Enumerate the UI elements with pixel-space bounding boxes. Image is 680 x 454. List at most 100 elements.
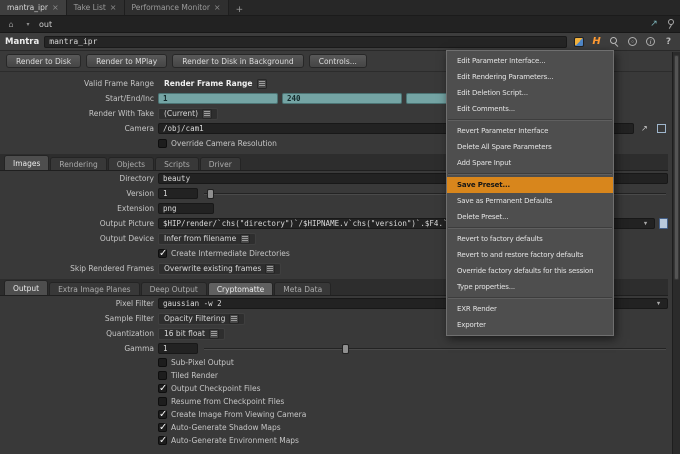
close-icon[interactable] — [214, 4, 221, 12]
dropdown-value: Overwrite existing frames — [164, 264, 261, 273]
sample-filter-dropdown[interactable]: Opacity Filtering — [158, 313, 245, 325]
pane-tabbar: mantra_ipr Take List Performance Monitor — [0, 0, 680, 16]
gamma-field[interactable]: 1 — [158, 343, 198, 354]
dropdown-value: Render Frame Range — [164, 79, 253, 88]
menu-arrows-icon — [209, 329, 219, 339]
render-to-mplay-button[interactable]: Render to MPlay — [86, 54, 167, 68]
menu-item-exr-render[interactable]: EXR Render — [447, 301, 613, 317]
slider-handle[interactable] — [207, 189, 214, 199]
tab-cryptomatte[interactable]: Cryptomatte — [208, 282, 273, 295]
param-row-create-image-from-viewing-camera: ✓ Create Image From Viewing Camera — [0, 408, 668, 421]
chevron-down-icon[interactable] — [654, 301, 663, 307]
menu-item-edit-parameter-interface[interactable]: Edit Parameter Interface... — [447, 53, 613, 69]
menu-separator — [448, 227, 612, 229]
menu-separator — [448, 173, 612, 175]
menu-item-override-factory-defaults-session[interactable]: Override factory defaults for this sessi… — [447, 263, 613, 279]
quantization-dropdown[interactable]: 16 bit float — [158, 328, 225, 340]
menu-item-type-properties[interactable]: Type properties... — [447, 279, 613, 295]
tab-scripts[interactable]: Scripts — [155, 157, 199, 170]
auto-generate-environment-maps-checkbox[interactable]: ✓ — [158, 436, 167, 445]
scrollbar-thumb[interactable] — [674, 55, 679, 280]
param-label: Render With Take — [4, 109, 154, 118]
path-menu-icon[interactable] — [22, 18, 34, 30]
menu-item-revert-to-factory-defaults[interactable]: Revert to factory defaults — [447, 231, 613, 247]
create-intermediate-directories-checkbox[interactable]: ✓ — [158, 249, 167, 258]
param-label: Skip Rendered Frames — [4, 264, 154, 273]
new-pane-tab-button[interactable] — [229, 5, 251, 15]
history-icon[interactable] — [628, 37, 637, 46]
version-field[interactable]: 1 — [158, 188, 198, 199]
menu-item-delete-preset[interactable]: Delete Preset... — [447, 209, 613, 225]
menu-item-revert-parameter-interface[interactable]: Revert Parameter Interface — [447, 123, 613, 139]
slider-track — [204, 348, 666, 350]
tab-extra-image-planes[interactable]: Extra Image Planes — [49, 282, 140, 295]
render-to-disk-button[interactable]: Render to Disk — [6, 54, 81, 68]
checkbox-label: Create Image From Viewing Camera — [171, 410, 306, 419]
param-label: Extension — [4, 204, 154, 213]
chevron-down-icon[interactable] — [641, 221, 650, 227]
gamma-slider[interactable] — [202, 343, 668, 355]
extension-field[interactable]: png — [158, 203, 214, 214]
auto-generate-shadow-maps-checkbox[interactable]: ✓ — [158, 423, 167, 432]
param-row-tiled-render: Tiled Render — [0, 369, 668, 382]
menu-item-edit-rendering-parameters[interactable]: Edit Rendering Parameters... — [447, 69, 613, 85]
slider-handle[interactable] — [342, 344, 349, 354]
tab-output[interactable]: Output — [4, 280, 48, 295]
pane-tab-performance-monitor[interactable]: Performance Monitor — [125, 0, 229, 15]
valid-frame-range-dropdown[interactable]: Render Frame Range — [158, 78, 273, 90]
jump-arrow-icon[interactable] — [648, 18, 660, 30]
select-operator-icon[interactable] — [638, 122, 651, 135]
menu-item-delete-all-spare-parameters[interactable]: Delete All Spare Parameters — [447, 139, 613, 155]
tab-driver[interactable]: Driver — [200, 157, 241, 170]
frame-end-field[interactable]: 240 — [282, 93, 402, 104]
render-to-disk-background-button[interactable]: Render to Disk in Background — [172, 54, 303, 68]
menu-arrows-icon — [240, 234, 250, 244]
tiled-render-checkbox[interactable] — [158, 371, 167, 380]
output-checkpoint-files-checkbox[interactable]: ✓ — [158, 384, 167, 393]
override-camera-resolution-checkbox[interactable] — [158, 139, 167, 148]
node-name-input[interactable]: mantra_ipr — [44, 36, 567, 48]
param-label: Gamma — [4, 344, 154, 353]
render-with-take-dropdown[interactable]: (Current) — [158, 108, 218, 120]
menu-item-save-preset[interactable]: Save Preset... — [447, 177, 613, 193]
close-icon[interactable] — [52, 4, 59, 12]
tab-objects[interactable]: Objects — [108, 157, 154, 170]
help-icon[interactable] — [662, 35, 675, 48]
sub-pixel-output-checkbox[interactable] — [158, 358, 167, 367]
info-icon[interactable] — [646, 37, 655, 46]
tab-meta-data[interactable]: Meta Data — [274, 282, 331, 295]
search-icon[interactable] — [608, 35, 621, 48]
menu-item-save-as-permanent-defaults[interactable]: Save as Permanent Defaults — [447, 193, 613, 209]
output-device-dropdown[interactable]: Infer from filename — [158, 233, 256, 245]
pin-icon[interactable] — [665, 18, 675, 30]
pane-tab-mantra-ipr[interactable]: mantra_ipr — [0, 0, 67, 15]
houdini-logo-icon: H — [590, 35, 603, 48]
tab-rendering[interactable]: Rendering — [50, 157, 106, 170]
tab-images[interactable]: Images — [4, 155, 49, 170]
pane-tab-take-list[interactable]: Take List — [67, 0, 125, 15]
render-settings-icon[interactable] — [574, 37, 584, 47]
create-image-from-viewing-camera-checkbox[interactable]: ✓ — [158, 410, 167, 419]
vertical-scrollbar[interactable] — [672, 52, 680, 454]
resume-from-checkpoint-files-checkbox[interactable] — [158, 397, 167, 406]
menu-arrows-icon — [265, 264, 275, 274]
param-label: Version — [4, 189, 154, 198]
checkbox-label: Create Intermediate Directories — [171, 249, 290, 258]
field-text: gaussian -w 2 — [163, 299, 222, 308]
param-label: Directory — [4, 174, 154, 183]
close-icon[interactable] — [110, 4, 117, 12]
tab-deep-output[interactable]: Deep Output — [141, 282, 207, 295]
open-chooser-icon[interactable] — [655, 122, 668, 135]
menu-item-add-spare-input[interactable]: Add Spare Input — [447, 155, 613, 171]
breadcrumb-path[interactable]: out — [39, 20, 52, 29]
frame-start-field[interactable]: 1 — [158, 93, 278, 104]
menu-item-exporter[interactable]: Exporter — [447, 317, 613, 333]
menu-item-edit-comments[interactable]: Edit Comments... — [447, 101, 613, 117]
controls-button[interactable]: Controls... — [309, 54, 367, 68]
dropdown-value: 16 bit float — [164, 329, 205, 338]
network-home-icon[interactable] — [5, 18, 17, 30]
menu-item-revert-and-restore-factory-defaults[interactable]: Revert to and restore factory defaults — [447, 247, 613, 263]
skip-rendered-frames-dropdown[interactable]: Overwrite existing frames — [158, 263, 281, 275]
file-browser-icon[interactable] — [659, 218, 668, 229]
menu-item-edit-deletion-script[interactable]: Edit Deletion Script... — [447, 85, 613, 101]
